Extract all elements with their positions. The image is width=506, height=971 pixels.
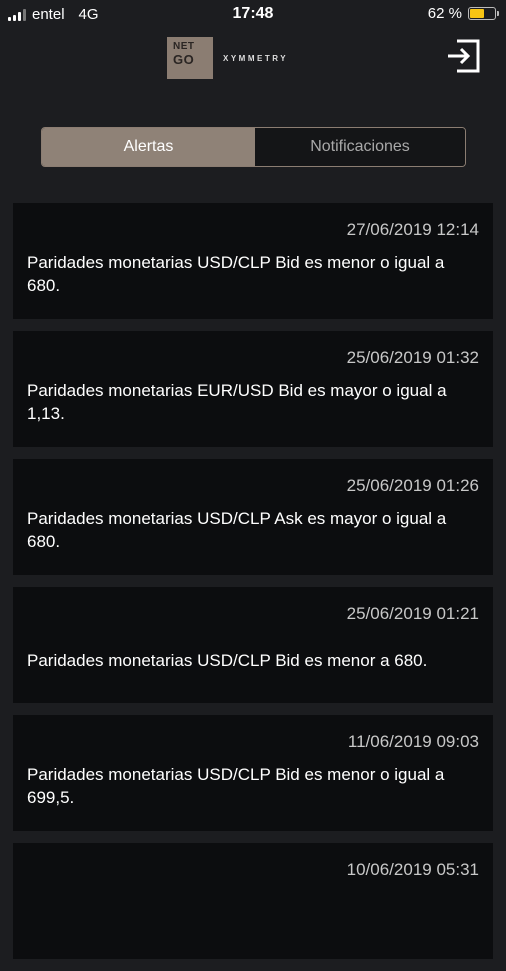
- battery-fill: [470, 9, 484, 18]
- tab-notificaciones[interactable]: Notificaciones: [255, 128, 465, 166]
- alert-list: 27/06/2019 12:14 Paridades monetarias US…: [13, 203, 493, 971]
- alert-date: 27/06/2019 12:14: [346, 220, 479, 239]
- alert-date: 11/06/2019 09:03: [347, 732, 479, 751]
- alert-card[interactable]: 25/06/2019 01:26 Paridades monetarias US…: [13, 459, 493, 575]
- logout-button[interactable]: [444, 38, 482, 74]
- alert-text: Paridades monetarias USD/CLP Bid es meno…: [27, 253, 445, 295]
- logo-line1: NET: [173, 41, 195, 52]
- alert-text: Paridades monetarias USD/CLP Bid es meno…: [27, 651, 428, 670]
- netgo-logo: NET GO: [167, 37, 213, 79]
- status-right: 62 %: [427, 5, 499, 22]
- alert-date: 10/06/2019 05:31: [346, 860, 479, 879]
- tab-bar: Alertas Notificaciones: [41, 127, 466, 167]
- status-bar: entel 4G 17:48 62 %: [0, 0, 506, 32]
- logout-icon: [448, 39, 480, 73]
- alert-date: 25/06/2019 01:26: [346, 476, 479, 495]
- alert-text: Paridades monetarias USD/CLP Bid es meno…: [27, 765, 445, 807]
- alert-card[interactable]: 10/06/2019 05:31: [13, 843, 493, 959]
- alert-text: Paridades monetarias USD/CLP Ask es mayo…: [27, 509, 447, 551]
- alert-date: 25/06/2019 01:32: [346, 348, 479, 367]
- tab-alertas[interactable]: Alertas: [42, 128, 255, 166]
- alert-card[interactable]: 27/06/2019 12:14 Paridades monetarias US…: [13, 203, 493, 319]
- alert-card[interactable]: 25/06/2019 01:21 Paridades monetarias US…: [13, 587, 493, 703]
- logo-word: XYMMETRY: [223, 53, 289, 63]
- alert-card[interactable]: 25/06/2019 01:32 Paridades monetarias EU…: [13, 331, 493, 447]
- logo-line2: GO: [173, 52, 195, 67]
- battery-icon: [468, 7, 499, 20]
- alert-card[interactable]: 11/06/2019 09:03 Paridades monetarias US…: [13, 715, 493, 831]
- alert-text: Paridades monetarias EUR/USD Bid es mayo…: [27, 381, 447, 423]
- app-logo: NET GO XYMMETRY: [167, 37, 288, 79]
- battery-percent: 62 %: [427, 5, 462, 22]
- alert-date: 25/06/2019 01:21: [346, 604, 479, 623]
